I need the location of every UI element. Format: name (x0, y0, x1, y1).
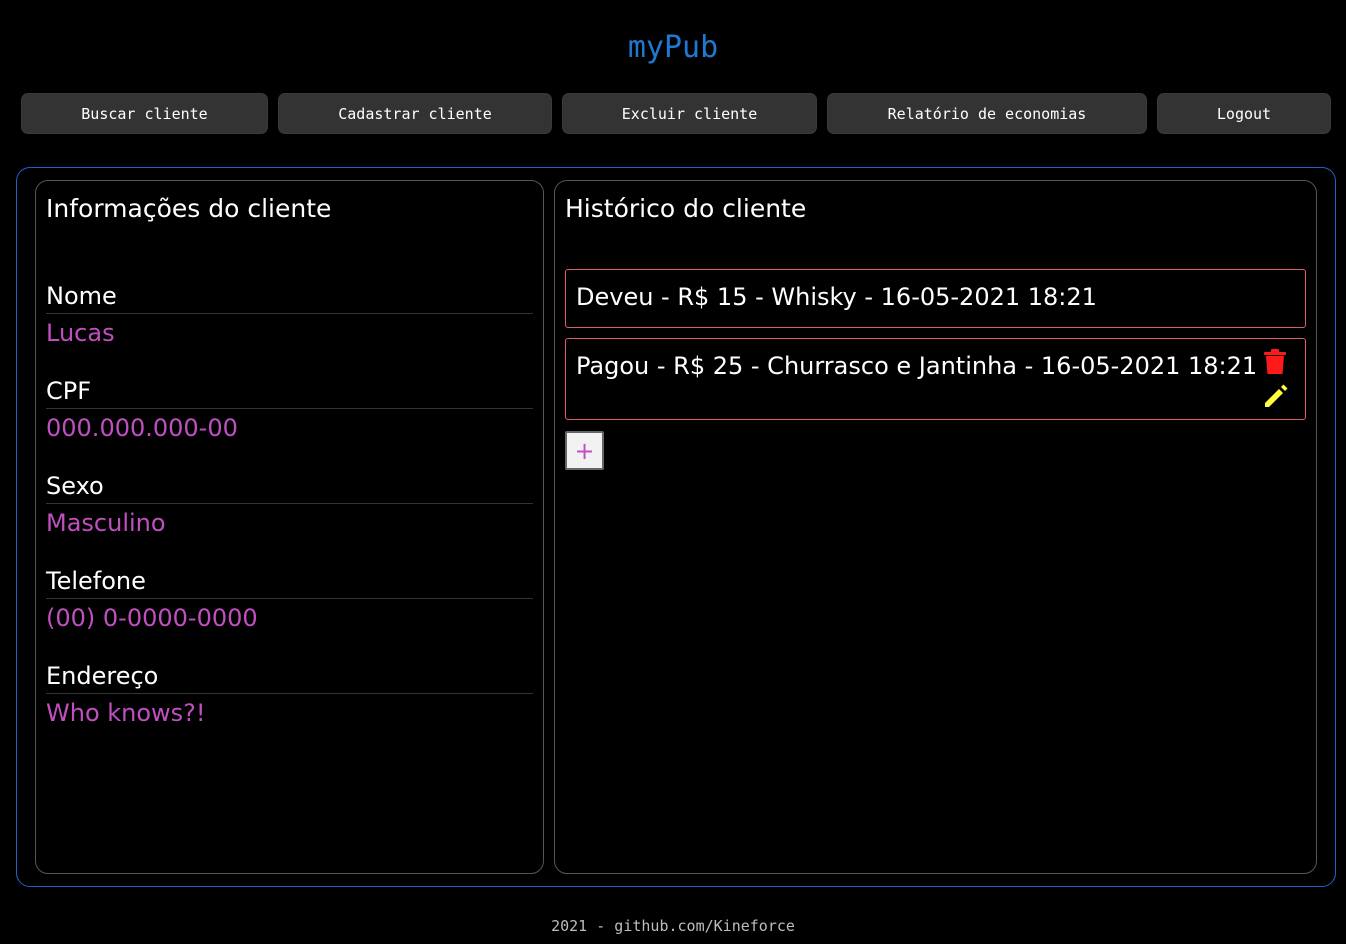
client-history-panel: Histórico do cliente Deveu - R$ 15 - Whi… (554, 180, 1317, 874)
pencil-icon[interactable] (1263, 383, 1289, 414)
client-info-title: Informações do cliente (46, 194, 332, 223)
footer: 2021 - github.com/Kineforce (551, 917, 795, 935)
add-history-button[interactable]: + (565, 431, 604, 470)
search-client-button[interactable]: Buscar cliente (21, 93, 268, 134)
history-item[interactable]: Pagou - R$ 25 - Churrasco e Jantinha - 1… (565, 338, 1306, 420)
savings-report-button[interactable]: Relatório de economias (827, 93, 1147, 134)
field-value: Masculino (46, 509, 166, 537)
main-container: Informações do cliente Nome Lucas CPF 00… (16, 167, 1336, 887)
field-phone: Telefone (00) 0-0000-0000 (46, 566, 533, 633)
field-value: Who knows?! (46, 699, 206, 727)
delete-client-button[interactable]: Excluir cliente (562, 93, 817, 134)
app-title: myPub (627, 30, 719, 65)
field-value: Lucas (46, 319, 115, 347)
history-item-text: Pagou - R$ 25 - Churrasco e Jantinha - 1… (576, 352, 1258, 380)
history-item[interactable]: Deveu - R$ 15 - Whisky - 16-05-2021 18:2… (565, 269, 1306, 328)
field-label: Nome (46, 281, 533, 314)
field-sex: Sexo Masculino (46, 471, 533, 538)
field-value: (00) 0-0000-0000 (46, 604, 258, 632)
field-value: 000.000.000-00 (46, 414, 238, 442)
field-address: Endereço Who knows?! (46, 661, 533, 728)
field-label: Sexo (46, 471, 533, 504)
client-history-title: Histórico do cliente (565, 194, 807, 223)
field-cpf: CPF 000.000.000-00 (46, 376, 533, 443)
register-client-button[interactable]: Cadastrar cliente (278, 93, 552, 134)
nav-bar: Buscar cliente Cadastrar cliente Excluir… (0, 93, 1346, 134)
field-label: CPF (46, 376, 533, 409)
history-item-text: Deveu - R$ 15 - Whisky - 16-05-2021 18:2… (576, 283, 1097, 311)
field-name: Nome Lucas (46, 281, 533, 348)
trash-icon[interactable] (1263, 349, 1287, 380)
field-label: Endereço (46, 661, 533, 694)
client-info-panel: Informações do cliente Nome Lucas CPF 00… (35, 180, 544, 874)
field-label: Telefone (46, 566, 533, 599)
logout-button[interactable]: Logout (1157, 93, 1331, 134)
